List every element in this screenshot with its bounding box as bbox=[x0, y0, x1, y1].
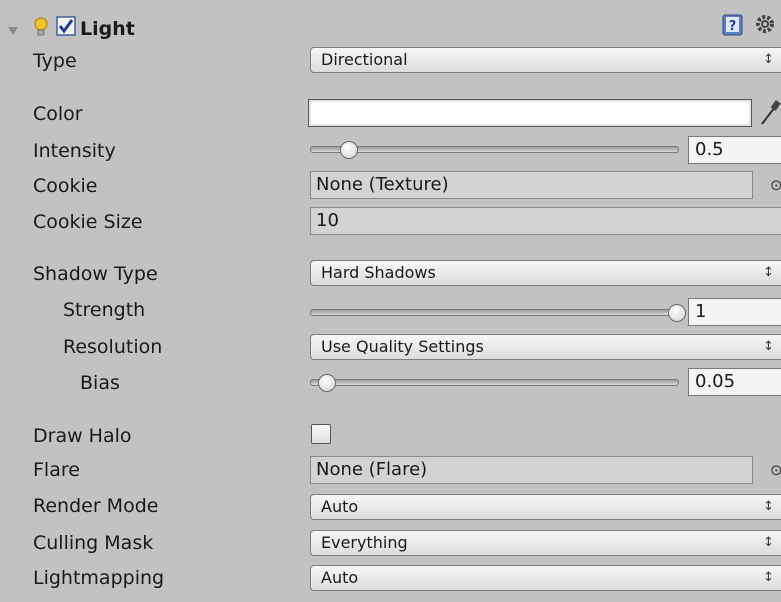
type-value: Directional bbox=[321, 50, 408, 69]
up-down-arrows-icon: ↕ bbox=[763, 570, 774, 585]
resolution-label: Resolution bbox=[63, 336, 163, 358]
object-picker-icon[interactable]: ⊙ bbox=[770, 176, 781, 194]
lightmapping-dropdown[interactable]: Auto ↕ bbox=[310, 565, 781, 591]
shadow-type-value: Hard Shadows bbox=[321, 263, 436, 282]
bias-input[interactable]: 0.05 bbox=[688, 368, 781, 396]
eyedropper-icon[interactable] bbox=[758, 99, 781, 131]
intensity-input[interactable]: 0.5 bbox=[688, 136, 781, 164]
intensity-label: Intensity bbox=[33, 140, 116, 162]
strength-label: Strength bbox=[63, 299, 146, 321]
type-label: Type bbox=[33, 50, 77, 72]
color-swatch[interactable] bbox=[308, 99, 752, 127]
help-book-icon[interactable]: ? bbox=[722, 14, 744, 40]
render-mode-label: Render Mode bbox=[33, 495, 159, 517]
intensity-slider-track[interactable] bbox=[310, 146, 679, 153]
up-down-arrows-icon: ↕ bbox=[763, 499, 774, 514]
color-label: Color bbox=[33, 103, 83, 125]
lightmapping-value: Auto bbox=[321, 568, 359, 587]
culling-mask-value: Everything bbox=[321, 533, 408, 552]
lightmapping-label: Lightmapping bbox=[33, 567, 165, 589]
up-down-arrows-icon: ↕ bbox=[763, 265, 774, 280]
draw-halo-label: Draw Halo bbox=[33, 425, 132, 447]
component-enabled-checkbox[interactable] bbox=[56, 16, 76, 40]
cookie-size-label: Cookie Size bbox=[33, 211, 143, 233]
flare-label: Flare bbox=[33, 459, 80, 481]
bias-slider-track[interactable] bbox=[310, 379, 679, 386]
svg-text:?: ? bbox=[729, 19, 737, 34]
object-picker-icon[interactable]: ⊙ bbox=[770, 461, 781, 479]
component-title: Light bbox=[80, 18, 135, 40]
bias-label: Bias bbox=[80, 372, 120, 394]
up-down-arrows-icon: ↕ bbox=[763, 535, 774, 550]
draw-halo-checkbox[interactable] bbox=[311, 424, 331, 444]
strength-slider-track[interactable] bbox=[310, 309, 679, 316]
culling-mask-label: Culling Mask bbox=[33, 532, 154, 554]
cookie-size-input[interactable]: 10 bbox=[310, 207, 781, 235]
culling-mask-dropdown[interactable]: Everything ↕ bbox=[310, 530, 781, 556]
resolution-value: Use Quality Settings bbox=[321, 337, 484, 356]
cookie-object-field[interactable]: None (Texture) bbox=[310, 171, 753, 199]
intensity-slider-thumb[interactable] bbox=[339, 141, 358, 159]
shadow-type-label: Shadow Type bbox=[33, 263, 158, 285]
up-down-arrows-icon: ↕ bbox=[763, 339, 774, 354]
render-mode-dropdown[interactable]: Auto ↕ bbox=[310, 494, 781, 520]
flare-object-field[interactable]: None (Flare) bbox=[310, 456, 753, 484]
strength-input[interactable]: 1 bbox=[688, 298, 781, 326]
gear-icon[interactable] bbox=[753, 12, 779, 40]
render-mode-value: Auto bbox=[321, 497, 359, 516]
type-dropdown[interactable]: Directional ↕ bbox=[310, 47, 781, 73]
shadow-type-dropdown[interactable]: Hard Shadows ↕ bbox=[310, 260, 781, 286]
bias-slider-thumb[interactable] bbox=[318, 374, 336, 392]
foldout-triangle-icon[interactable] bbox=[7, 22, 19, 41]
strength-slider-thumb[interactable] bbox=[668, 304, 686, 322]
up-down-arrows-icon: ↕ bbox=[763, 52, 774, 67]
resolution-dropdown[interactable]: Use Quality Settings ↕ bbox=[310, 334, 781, 360]
light-bulb-icon bbox=[32, 16, 50, 42]
cookie-label: Cookie bbox=[33, 175, 98, 197]
